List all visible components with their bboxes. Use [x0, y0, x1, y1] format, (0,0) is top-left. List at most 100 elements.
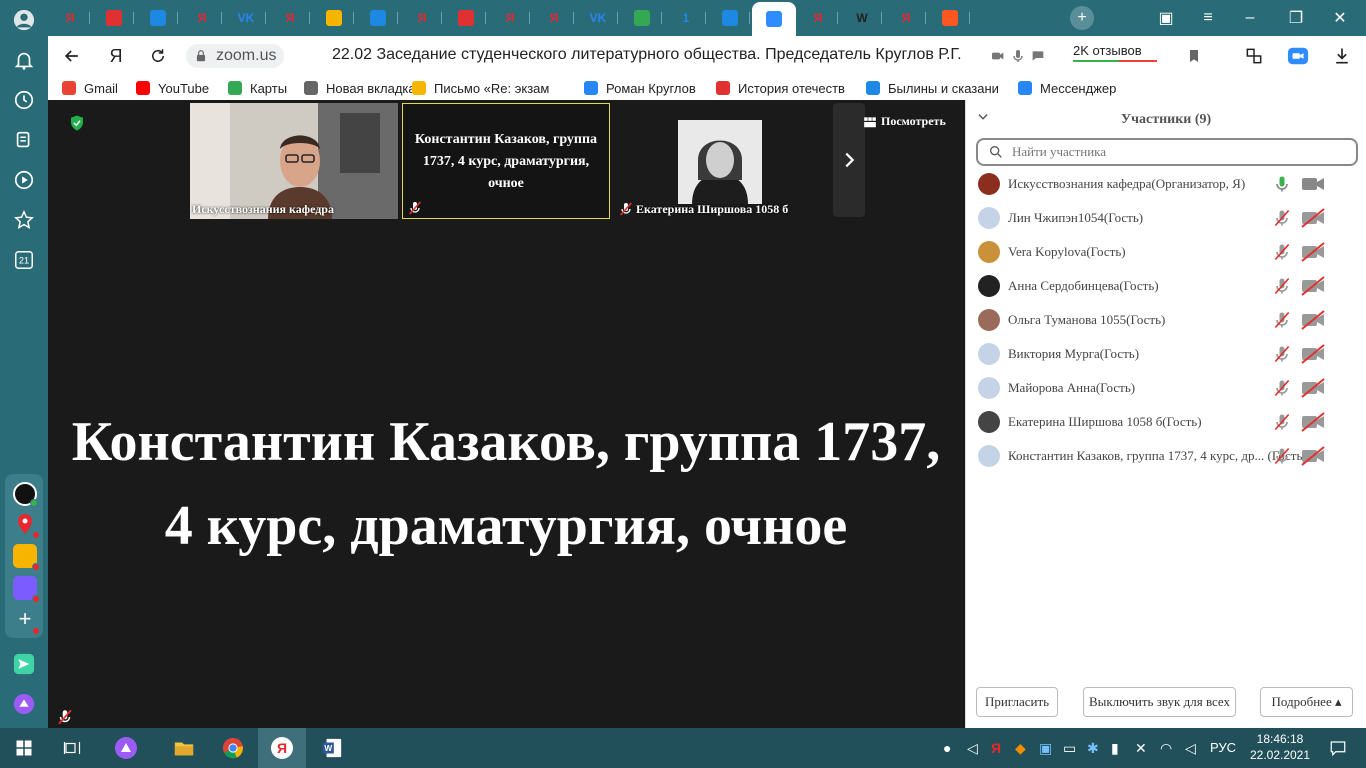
participant-row[interactable]: Лин Чжипэн1054(Гость) [978, 206, 1354, 230]
mute-all-button[interactable]: Выключить звук для всех [1083, 687, 1236, 717]
add-app-icon[interactable]: + [13, 608, 40, 635]
bookmark-item[interactable]: Карты [228, 80, 287, 96]
tab[interactable]: Я [400, 4, 444, 32]
mic-muted-icon[interactable] [1272, 276, 1292, 296]
star-icon[interactable] [8, 204, 40, 236]
tab[interactable] [708, 4, 752, 32]
profile-icon[interactable] [8, 4, 40, 36]
display-tray-icon[interactable]: ▭ [1063, 740, 1076, 757]
chat-bubble-icon[interactable] [1026, 44, 1050, 68]
participant-row[interactable]: Виктория Мурга(Гость) [978, 342, 1354, 366]
video-thumbnail-active-speaker[interactable]: Константин Казаков, группа 1737, 4 курс,… [402, 103, 610, 219]
chrome-taskbar-icon[interactable] [213, 734, 253, 762]
mic-tray-icon[interactable]: ▮ [1111, 740, 1119, 757]
mic-muted-icon[interactable] [1272, 208, 1292, 228]
tab[interactable]: Я [884, 4, 928, 32]
file-explorer-icon[interactable] [164, 734, 204, 762]
volume-tray-icon[interactable]: ◁ [967, 740, 978, 757]
tab[interactable]: Я [532, 4, 576, 32]
video-thumbnail-participant[interactable]: Екатерина Ширшова 1058 б [614, 103, 822, 219]
calendar-badge-icon[interactable]: 21 [8, 244, 40, 276]
play-icon[interactable] [8, 164, 40, 196]
camera-off-icon[interactable] [1300, 344, 1326, 364]
tab[interactable]: Я [488, 4, 532, 32]
url-field[interactable]: zoom.us [186, 44, 284, 68]
close-icon[interactable]: ✕ [1328, 6, 1352, 30]
mail-app-icon[interactable] [13, 544, 40, 571]
bookmark-item[interactable]: YouTube [136, 80, 209, 96]
tab[interactable] [444, 4, 488, 32]
mic-muted-icon[interactable] [1272, 412, 1292, 432]
task-view-icon[interactable] [52, 734, 92, 762]
view-button[interactable]: Посмотреть [863, 114, 946, 129]
mic-muted-icon[interactable] [1272, 310, 1292, 330]
firefox-tray-icon[interactable]: ◆ [1015, 740, 1026, 757]
next-page-button[interactable] [833, 103, 865, 217]
discord-tray-icon[interactable]: ● [943, 740, 951, 756]
more-options-button[interactable]: Подробнее ▴ [1260, 687, 1353, 717]
bookmark-item[interactable]: Письмо «Re: экзам [412, 80, 549, 96]
word-taskbar-icon[interactable]: W [312, 734, 352, 762]
restore-icon[interactable]: ❐ [1284, 6, 1308, 30]
maps-app-icon[interactable] [13, 512, 40, 539]
extensions-icon[interactable] [1242, 44, 1266, 68]
notifications-icon[interactable] [1318, 734, 1358, 762]
alice-taskbar-icon[interactable] [106, 734, 146, 762]
camera-on-icon[interactable] [1300, 174, 1326, 194]
tab[interactable]: Я [180, 4, 224, 32]
reload-icon[interactable] [146, 44, 170, 68]
participant-row[interactable]: Майорова Анна(Гость) [978, 376, 1354, 400]
tab[interactable] [92, 4, 136, 32]
security-shield-icon[interactable] [68, 114, 86, 132]
camera-off-icon[interactable] [1300, 378, 1326, 398]
tab-manager-icon[interactable]: ▣ [1154, 6, 1178, 30]
tab[interactable]: 1 [664, 4, 708, 32]
wifi-tray-icon[interactable]: ◠ [1160, 740, 1172, 757]
tab[interactable]: Я [796, 4, 840, 32]
back-icon[interactable] [60, 44, 84, 68]
camera-off-icon[interactable] [1300, 242, 1326, 262]
menu-icon[interactable]: ≡ [1196, 6, 1220, 30]
bookmark-item[interactable]: Роман Круглов [584, 80, 696, 96]
zoom-extension-icon[interactable] [1286, 44, 1310, 68]
participant-search-input[interactable] [1012, 144, 1352, 160]
tab[interactable] [136, 4, 180, 32]
camera-off-icon[interactable] [1300, 446, 1326, 466]
tab[interactable] [752, 2, 796, 36]
clock[interactable]: 18:46:18 22.02.2021 [1248, 731, 1312, 763]
bookmark-item[interactable]: Gmail [62, 80, 118, 96]
participant-search[interactable] [976, 138, 1358, 166]
collections-icon[interactable] [8, 124, 40, 156]
sound-tray-icon[interactable]: ◁ [1185, 740, 1196, 757]
tab[interactable] [356, 4, 400, 32]
send-app-icon[interactable] [8, 648, 40, 680]
video-thumbnail-host[interactable]: Искусствознания кафедра [190, 103, 398, 219]
tab[interactable]: Я [268, 4, 312, 32]
language-indicator[interactable]: РУС [1210, 740, 1236, 755]
participant-row[interactable]: Ольга Туманова 1055(Гость) [978, 308, 1354, 332]
camera-off-icon[interactable] [1300, 208, 1326, 228]
new-tab-icon[interactable]: + [1070, 6, 1094, 30]
mic-muted-icon[interactable] [1272, 446, 1292, 466]
tab[interactable] [928, 4, 972, 32]
tab[interactable] [312, 4, 356, 32]
participant-row[interactable]: Анна Сердобинцева(Гость) [978, 274, 1354, 298]
camera-off-icon[interactable] [1300, 310, 1326, 330]
mic-muted-icon[interactable] [1272, 242, 1292, 262]
bookmark-icon[interactable] [1182, 44, 1206, 68]
participant-row[interactable]: Искусствознания кафедра(Организатор, Я) [978, 172, 1354, 196]
camera-off-icon[interactable] [1300, 276, 1326, 296]
participant-row[interactable]: Константин Казаков, группа 1737, 4 курс,… [978, 444, 1354, 468]
yandex-tray-icon[interactable]: Я [991, 740, 1001, 756]
minimize-icon[interactable]: – [1238, 6, 1262, 30]
tab[interactable]: VK [576, 4, 620, 32]
tab[interactable]: Я [48, 4, 92, 32]
download-icon[interactable] [1330, 44, 1354, 68]
tab[interactable]: VK [224, 4, 268, 32]
windows-start-icon[interactable] [4, 734, 44, 762]
mic-muted-icon[interactable] [1272, 344, 1292, 364]
invite-button[interactable]: Пригласить [976, 687, 1058, 717]
bookmark-item[interactable]: Новая вкладка [304, 80, 416, 96]
camera-off-icon[interactable] [1300, 412, 1326, 432]
messenger-app-icon[interactable] [13, 576, 40, 603]
